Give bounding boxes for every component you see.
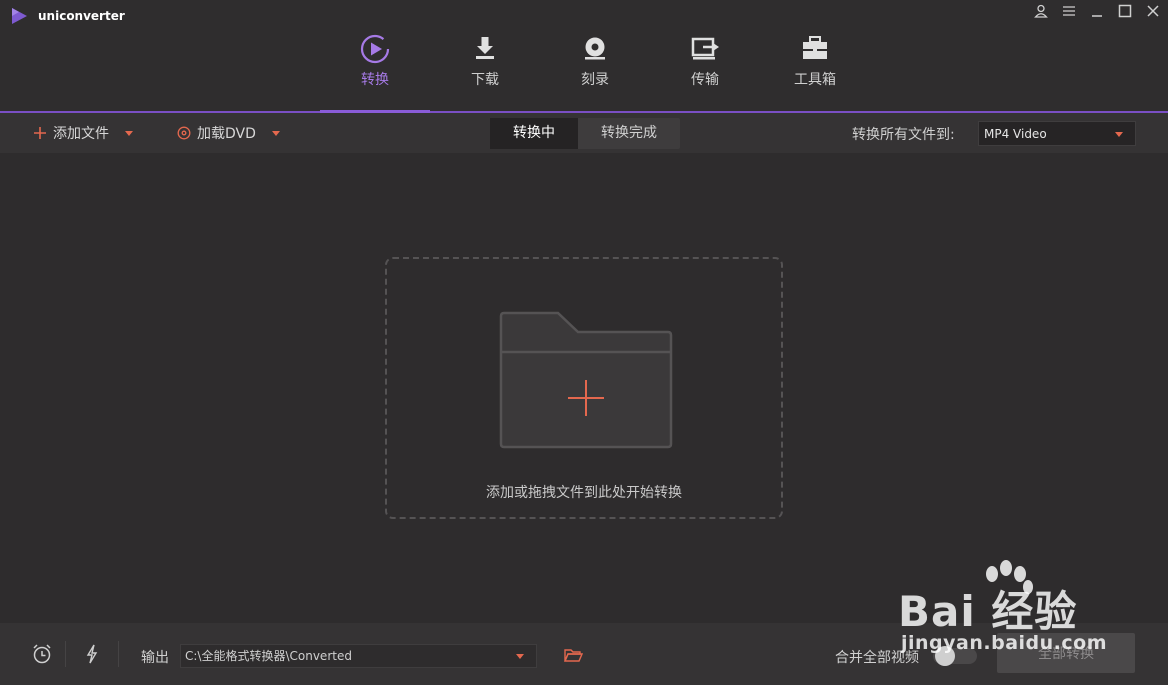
alarm-clock-icon [33, 644, 51, 664]
maximize-button[interactable] [1118, 4, 1132, 18]
close-button[interactable] [1146, 4, 1160, 18]
main-nav: 转换 下载 刻录 传输 工具箱 [320, 0, 870, 113]
output-path-select[interactable]: C:\全能格式转换器\Converted [180, 644, 537, 668]
chevron-down-icon[interactable] [271, 130, 280, 136]
tab-transfer-label: 传输 [691, 72, 719, 88]
toggle-knob [935, 646, 955, 666]
brand: uniconverter [10, 7, 125, 25]
tab-convert[interactable]: 转换 [320, 0, 430, 113]
output-format-value: MP4 Video [984, 126, 1047, 141]
download-icon [476, 37, 494, 59]
minimize-button[interactable] [1090, 4, 1104, 18]
open-folder-icon[interactable] [563, 645, 583, 665]
add-folder-icon [499, 311, 673, 449]
status-tabs: 转换中 转换完成 [490, 118, 680, 149]
high-speed-button[interactable] [81, 643, 103, 665]
tab-download[interactable]: 下载 [430, 0, 540, 111]
output-path-value: C:\全能格式转换器\Converted [185, 649, 352, 663]
tab-toolbox-label: 工具箱 [794, 72, 836, 88]
output-label: 输出 [141, 650, 169, 666]
app-logo-icon [12, 8, 27, 24]
add-file-label: 添加文件 [53, 126, 109, 142]
maximize-icon [1118, 4, 1132, 18]
menu-icon [1063, 6, 1075, 16]
drop-hint-text: 添加或拖拽文件到此处开始转换 [486, 485, 682, 501]
chevron-down-icon[interactable] [125, 130, 133, 136]
title-nav-bar: uniconverter 转换 下载 刻录 传输 工具箱 [0, 0, 1168, 113]
file-drop-zone[interactable]: 添加或拖拽文件到此处开始转换 [385, 257, 783, 519]
load-dvd-label: 加载DVD [197, 126, 256, 142]
merge-all-toggle[interactable] [933, 646, 977, 666]
merge-all-label: 合并全部视频 [835, 650, 919, 666]
window-controls [1034, 4, 1160, 18]
convert-all-to-label: 转换所有文件到: [852, 127, 955, 143]
tab-converted[interactable]: 转换完成 [578, 118, 680, 149]
app-title: uniconverter [38, 9, 125, 23]
divider [65, 641, 66, 667]
menu-button[interactable] [1062, 4, 1076, 18]
close-icon [1147, 5, 1159, 17]
convert-icon [360, 34, 390, 64]
tab-toolbox[interactable]: 工具箱 [760, 0, 870, 111]
tab-convert-label: 转换 [361, 72, 389, 88]
add-file-button[interactable]: 添加文件 [33, 123, 133, 143]
divider [118, 641, 119, 667]
user-icon [1034, 4, 1048, 18]
burn-disc-icon [585, 37, 605, 60]
output-format-select[interactable]: MP4 Video [978, 121, 1136, 146]
tab-burn[interactable]: 刻录 [540, 0, 650, 111]
bottom-bar: 输出 C:\全能格式转换器\Converted 合并全部视频 全部转换 [0, 623, 1168, 685]
plus-icon [34, 127, 46, 139]
account-button[interactable] [1034, 4, 1048, 18]
minimize-icon [1092, 15, 1102, 17]
load-dvd-button[interactable]: 加载DVD [177, 123, 280, 143]
chevron-down-icon [1115, 132, 1123, 137]
convert-all-button[interactable]: 全部转换 [997, 633, 1135, 673]
tab-converting[interactable]: 转换中 [490, 118, 578, 149]
main-area: 添加或拖拽文件到此处开始转换 [0, 153, 1168, 623]
chevron-down-icon [516, 654, 524, 659]
tab-transfer[interactable]: 传输 [650, 0, 760, 111]
toolbox-icon [803, 36, 827, 59]
schedule-button[interactable] [31, 643, 53, 665]
dvd-disc-icon [177, 126, 191, 140]
transfer-icon [691, 37, 719, 60]
lightning-icon [86, 644, 98, 664]
tab-download-label: 下载 [471, 72, 499, 88]
toolbar: 添加文件 加载DVD 转换中 转换完成 转换所有文件到: MP4 Video [0, 113, 1168, 153]
tab-burn-label: 刻录 [581, 72, 609, 88]
